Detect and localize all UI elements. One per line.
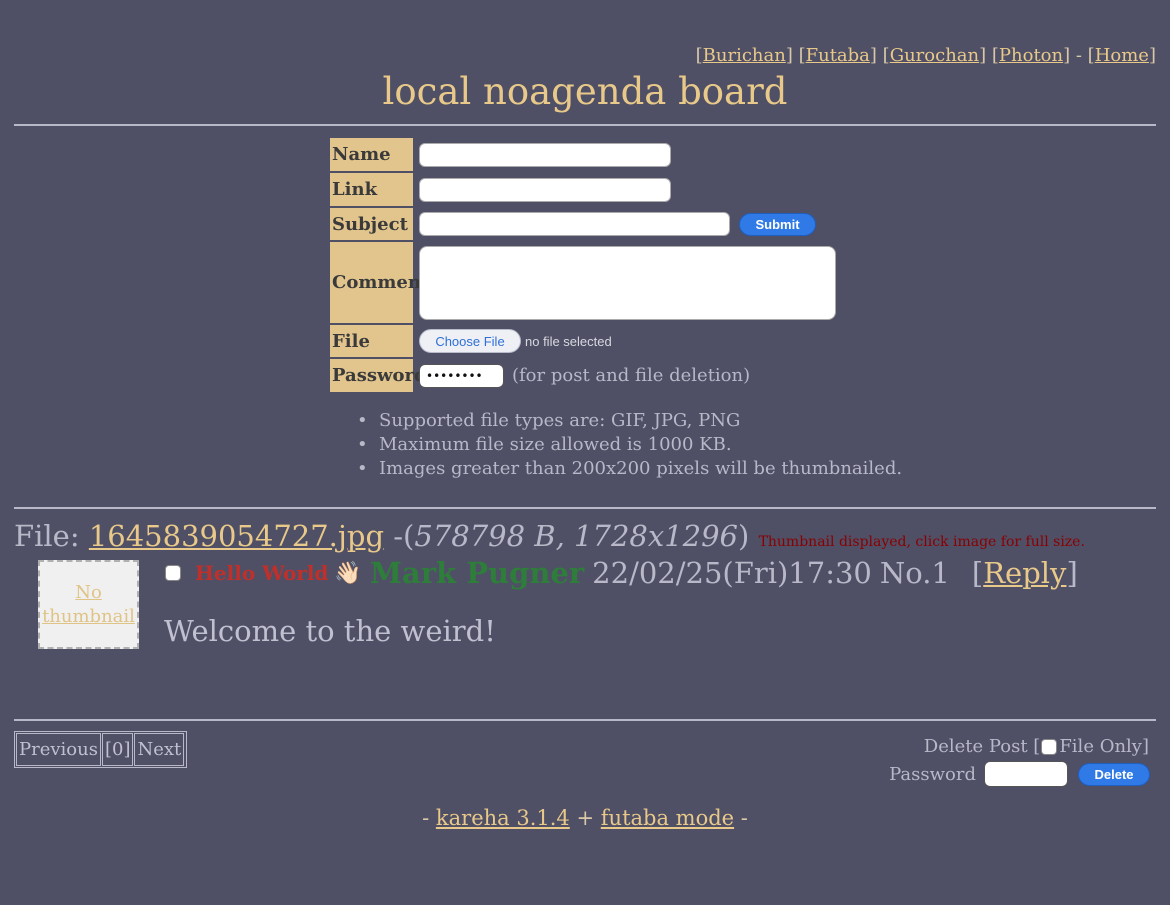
subject-row: Subject Submit [330,208,816,240]
rule-item: Maximum file size allowed is 1000 KB. [357,432,902,456]
no-thumbnail-link[interactable]: No thumbnail [42,581,135,629]
link-label: Link [330,173,413,206]
name-row: Name [330,138,671,171]
name-input[interactable] [419,142,671,167]
reply-link-wrapper: [Reply] [971,556,1078,590]
post-body: Welcome to the weird! [164,614,496,648]
divider [14,507,1156,509]
post-number[interactable]: No.1 [880,556,950,590]
divider [14,719,1156,721]
password-label: Password [330,359,427,392]
post-checkbox[interactable] [165,565,181,581]
rule-item: Images greater than 200x200 pixels will … [357,456,902,480]
link-row: Link [330,173,671,206]
style-link-futaba[interactable]: Futaba [806,45,870,66]
no-file-text: no file selected [525,333,612,349]
thumbnail[interactable]: No thumbnail [38,560,139,649]
rule-item: Supported file types are: GIF, JPG, PNG [357,408,902,432]
style-link-photon[interactable]: Photon [999,45,1063,66]
kareha-link[interactable]: kareha 3.1.4 [436,806,570,830]
file-info: File: 1645839054727.jpg -(578798 B, 1728… [14,519,1085,553]
home-link[interactable]: Home [1095,45,1149,66]
reply-link[interactable]: Reply [983,556,1066,590]
file-prefix: File: [14,519,80,553]
password-row: Password •••••••• (for post and file del… [330,359,750,392]
comment-textarea[interactable] [419,245,836,320]
name-label: Name [330,138,413,171]
style-link-burichan[interactable]: Burichan [703,45,786,66]
style-nav: [Burichan] [Futaba] [Gurochan] [Photon] … [695,45,1156,66]
delete-password-label: Password [889,763,976,785]
rules-list: Supported file types are: GIF, JPG, PNG … [357,408,902,480]
delete-button[interactable]: Delete [1078,762,1150,786]
submit-button[interactable]: Submit [739,212,816,236]
file-row: File Choose File no file selected [330,325,612,357]
post-header: Hello World 👋🏻 Mark Pugner 22/02/25(Fri)… [165,556,1078,590]
link-input[interactable] [419,177,671,202]
comment-label: Comment [330,242,429,323]
divider [14,124,1156,126]
comment-row: Comment [330,242,836,323]
subject-label: Subject [330,208,413,240]
subject-input[interactable] [419,212,730,236]
thumbnail-note: Thumbnail displayed, click image for ful… [758,534,1085,550]
file-only-checkbox[interactable] [1041,738,1058,755]
post-date: 22/02/25(Fri)17:30 [592,556,872,590]
footer: - kareha 3.1.4 + futaba mode - [422,806,748,830]
poster-name: Mark Pugner [369,556,585,590]
wave-emoji-icon: 👋🏻 [334,560,362,586]
page-number[interactable]: [0] [101,733,134,766]
delete-password-input[interactable] [984,761,1068,787]
next-button[interactable]: Next [134,733,185,766]
style-link-gurochan[interactable]: Gurochan [890,45,979,66]
file-link[interactable]: 1645839054727.jpg [89,519,384,553]
footer-plus: + [576,806,595,830]
file-label: File [330,325,413,357]
delete-post-label: Delete Post [ [923,736,1041,757]
previous-button[interactable]: Previous [16,733,101,766]
password-note: (for post and file deletion) [512,365,751,386]
choose-file-button[interactable]: Choose File [419,329,521,353]
pager: Previous [0] Next [14,731,188,768]
file-only-label: File Only] [1059,736,1149,757]
futaba-mode-link[interactable]: futaba mode [601,806,734,830]
board-title: local noagenda board [382,70,788,113]
password-input[interactable]: •••••••• [419,363,504,388]
delete-form: Delete Post [ File Only] Password Delete [889,736,1150,787]
file-meta: 578798 B, 1728x1296 [414,519,739,553]
post-subject: Hello World [195,561,329,585]
